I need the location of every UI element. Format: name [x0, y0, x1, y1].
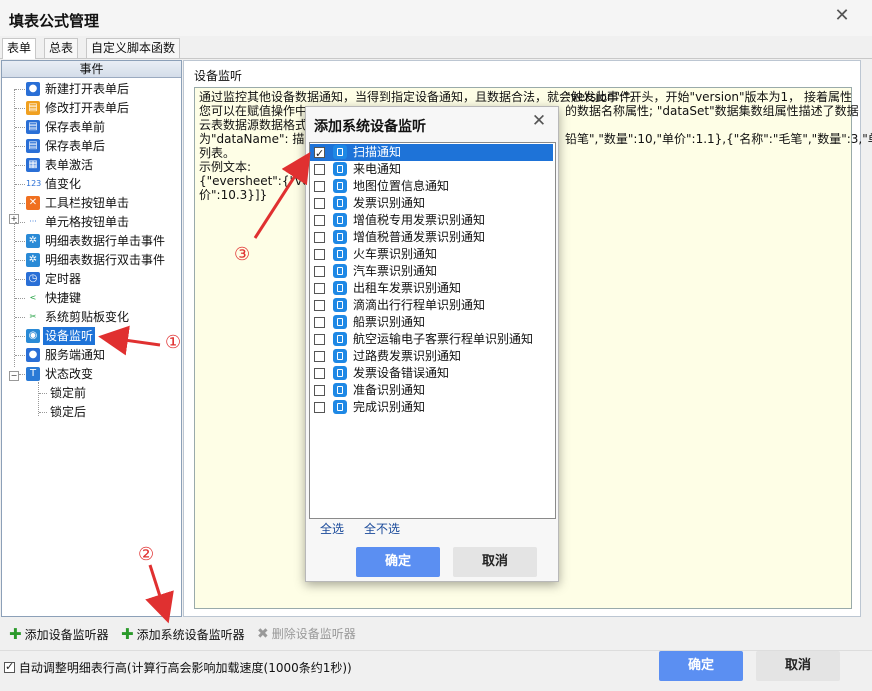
arrow-2 [145, 564, 174, 624]
annotation-one: ① [165, 332, 182, 353]
annotation-layer [98, 151, 311, 624]
annotation-two: ② [138, 544, 155, 565]
arrow-1 [98, 325, 161, 356]
arrow-3 [253, 151, 311, 239]
annotation-three: ③ [234, 244, 251, 265]
